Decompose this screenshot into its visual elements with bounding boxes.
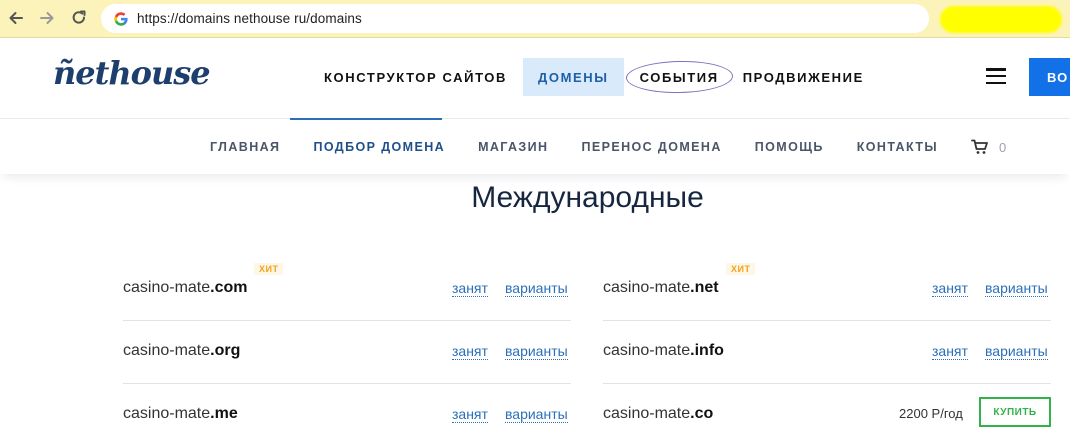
domain-name: casino-mate.info (603, 342, 724, 359)
hit-badge: ХИТ (254, 263, 284, 275)
hamburger-menu-icon[interactable] (986, 68, 1006, 84)
domain-row: casino-mate.info занят варианты (603, 321, 1051, 384)
nav-site-builder[interactable]: КОНСТРУКТОР САЙТОВ (312, 58, 519, 96)
domain-name: casino-mate.me (123, 405, 238, 422)
sub-nav: ГЛАВНАЯ ПОДБОР ДОМЕНА МАГАЗИН ПЕРЕНОС ДО… (0, 118, 1070, 174)
buy-button[interactable]: КУПИТЬ (979, 397, 1051, 427)
section-title: Международные (471, 181, 704, 214)
domain-name: casino-mate.co (603, 405, 714, 422)
hit-badge: ХИТ (726, 263, 756, 275)
domain-row: casino-mate.com ХИТ занят варианты (123, 258, 571, 321)
subnav-contacts[interactable]: КОНТАКТЫ (857, 140, 938, 154)
address-bar[interactable]: https://domains nethouse ru/domains (101, 4, 929, 33)
url-text: https://domains nethouse ru/domains (137, 11, 362, 26)
variants-link[interactable]: варианты (505, 280, 568, 297)
subnav-shop[interactable]: МАГАЗИН (478, 140, 548, 154)
nethouse-logo[interactable]: ñethouse (53, 54, 211, 92)
subnav-home[interactable]: ГЛАВНАЯ (210, 140, 280, 154)
variants-link[interactable]: варианты (985, 343, 1048, 360)
taken-link[interactable]: занят (452, 280, 488, 297)
subnav-domain-search[interactable]: ПОДБОР ДОМЕНА (313, 140, 445, 154)
domain-name: casino-mate.com (123, 279, 248, 296)
google-icon (114, 11, 128, 26)
nav-promotion[interactable]: ПРОДВИЖЕНИЕ (731, 58, 876, 96)
variants-link[interactable]: варианты (985, 280, 1048, 297)
taken-link[interactable]: занят (452, 406, 488, 423)
taken-link[interactable]: занят (932, 343, 968, 360)
profile-area (940, 6, 1062, 33)
taken-link[interactable]: занят (452, 343, 488, 360)
site-header: ñethouse КОНСТРУКТОР САЙТОВ ДОМЕНЫ СОБЫТ… (0, 38, 1070, 118)
subnav-help[interactable]: ПОМОЩЬ (755, 140, 824, 154)
cart-icon (971, 139, 988, 154)
forward-arrow-icon[interactable] (35, 6, 59, 30)
domain-list-right: casino-mate.net ХИТ занят варианты casin… (603, 258, 1051, 447)
login-button[interactable]: ВО (1029, 58, 1070, 96)
price-text: 2200 Р/год (899, 406, 963, 421)
domain-list-left: casino-mate.com ХИТ занят варианты casin… (123, 258, 571, 447)
domain-row: casino-mate.net ХИТ занят варианты (603, 258, 1051, 321)
domain-name: casino-mate.org (123, 342, 241, 359)
variants-link[interactable]: варианты (505, 406, 568, 423)
nav-domains[interactable]: ДОМЕНЫ (523, 58, 624, 96)
domain-row: casino-mate.org занят варианты (123, 321, 571, 384)
browser-toolbar: https://domains nethouse ru/domains (0, 0, 1070, 38)
cart-count: 0 (999, 139, 1007, 155)
back-arrow-icon[interactable] (4, 6, 28, 30)
subnav-domain-transfer[interactable]: ПЕРЕНОС ДОМЕНА (581, 140, 721, 154)
cart[interactable]: 0 (971, 139, 1006, 155)
variants-link[interactable]: варианты (505, 343, 568, 360)
main-nav: КОНСТРУКТОР САЙТОВ ДОМЕНЫ СОБЫТИЯ ПРОДВИ… (312, 58, 876, 96)
reload-icon[interactable] (67, 6, 91, 30)
nav-events[interactable]: СОБЫТИЯ (628, 58, 731, 96)
taken-link[interactable]: занят (932, 280, 968, 297)
domain-name: casino-mate.net (603, 279, 719, 296)
